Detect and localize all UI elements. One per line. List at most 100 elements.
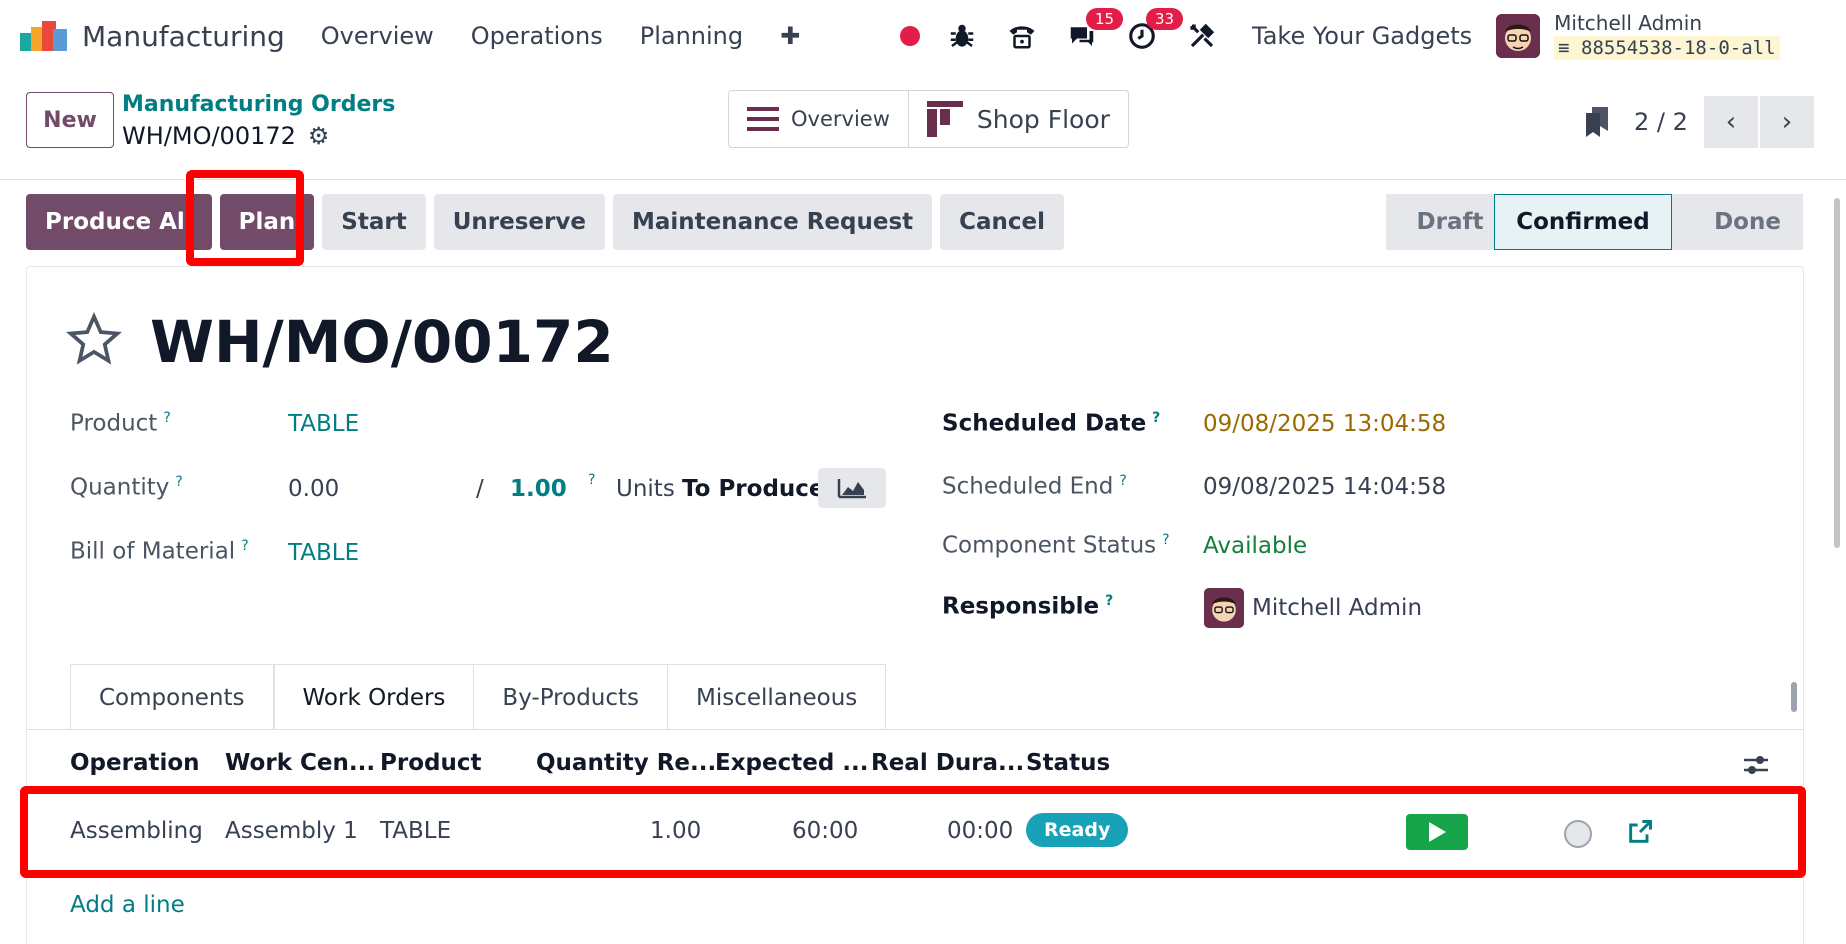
page-scrollbar[interactable]	[1832, 184, 1842, 554]
app-name: Manufacturing	[82, 19, 285, 53]
menu-planning[interactable]: Planning	[640, 22, 743, 50]
shop-floor-view-button[interactable]: Shop Floor	[907, 91, 1128, 147]
scheduled-end-label: Scheduled End?	[942, 473, 1127, 500]
help-icon[interactable]: ?	[1162, 532, 1169, 548]
user-avatar[interactable]	[1496, 14, 1541, 58]
top-navbar: Manufacturing Overview Operations Planni…	[0, 0, 1846, 72]
quantity-label-text: Quantity	[70, 474, 170, 501]
phone-icon[interactable]	[1006, 20, 1038, 52]
gear-icon[interactable]: ⚙	[308, 122, 330, 150]
quantity-produced-input[interactable]: 0.00	[288, 476, 339, 502]
scheduled-end-value[interactable]: 09/08/2025 14:04:58	[1203, 474, 1446, 500]
plus-icon[interactable]: ✚	[780, 22, 800, 50]
help-icon[interactable]: ?	[241, 538, 248, 554]
status-confirmed[interactable]: Confirmed	[1494, 194, 1672, 250]
column-product[interactable]: Product	[380, 750, 481, 776]
pager-value[interactable]: 2 / 2	[1634, 108, 1688, 136]
overview-view-button[interactable]: Overview	[729, 91, 908, 147]
help-icon[interactable]: ?	[1105, 593, 1113, 609]
column-expected-duration[interactable]: Expected ...	[715, 750, 869, 776]
responsible-avatar	[1204, 588, 1244, 628]
menu-overview[interactable]: Overview	[321, 22, 434, 50]
component-status-label-text: Component Status	[942, 532, 1157, 559]
help-icon[interactable]: ?	[1119, 473, 1126, 489]
tab-components[interactable]: Components	[70, 664, 274, 730]
scheduled-date-label-text: Scheduled Date	[942, 410, 1147, 437]
systray: 15 33 Take Your Gadgets Mitchell Admin ≡…	[900, 0, 1780, 72]
shop-floor-icon	[926, 101, 963, 137]
breadcrumb-current: WH/MO/00172 ⚙	[122, 122, 329, 150]
pager: 2 / 2 ‹ ›	[1586, 96, 1814, 148]
component-status-label: Component Status?	[942, 532, 1170, 559]
view-switcher: Overview Shop Floor	[728, 90, 1129, 148]
tabs-scrollbar[interactable]	[1789, 668, 1799, 724]
unreserve-button[interactable]: Unreserve	[433, 194, 605, 250]
produce-all-button[interactable]: Produce All	[26, 194, 212, 250]
status-draft[interactable]: Draft	[1386, 194, 1494, 250]
help-icon[interactable]: ?	[1152, 410, 1160, 426]
column-real-duration[interactable]: Real Dura...	[871, 750, 1024, 776]
bom-label: Bill of Material?	[70, 538, 249, 565]
quantity-label: Quantity?	[70, 474, 183, 501]
chevron-left-icon: ‹	[1725, 107, 1737, 137]
plan-highlight-box	[186, 170, 304, 266]
action-bar: Produce All Plan Start Unreserve Mainten…	[26, 194, 1072, 250]
area-chart-icon	[837, 479, 866, 499]
column-work-center[interactable]: Work Cen...	[225, 750, 375, 776]
activity-clock-icon[interactable]: 33	[1126, 8, 1184, 52]
help-icon[interactable]: ?	[588, 472, 595, 488]
database-label: 88554538-18-0-all	[1581, 37, 1776, 59]
product-value[interactable]: TABLE	[288, 411, 359, 437]
bom-value[interactable]: TABLE	[288, 540, 359, 566]
user-name: Mitchell Admin	[1554, 11, 1702, 35]
maintenance-request-button[interactable]: Maintenance Request	[612, 194, 933, 250]
app-brand[interactable]: Manufacturing	[20, 20, 321, 53]
pager-previous-button[interactable]: ‹	[1703, 96, 1758, 148]
bom-label-text: Bill of Material	[70, 538, 236, 565]
menu-operations[interactable]: Operations	[471, 22, 603, 50]
company-switcher[interactable]: Take Your Gadgets	[1252, 22, 1472, 50]
column-operation[interactable]: Operation	[70, 750, 200, 776]
responsible-value[interactable]: Mitchell Admin	[1252, 595, 1422, 621]
new-button[interactable]: New	[26, 92, 114, 148]
tab-work-orders[interactable]: Work Orders	[273, 664, 475, 730]
cancel-button[interactable]: Cancel	[940, 194, 1065, 250]
breadcrumb-parent[interactable]: Manufacturing Orders	[122, 92, 395, 117]
units-value[interactable]: Units	[616, 476, 675, 502]
column-status[interactable]: Status	[1026, 750, 1110, 776]
help-icon[interactable]: ?	[175, 474, 182, 490]
messages-icon[interactable]: 15	[1066, 8, 1124, 52]
to-produce-label: To Produce	[682, 476, 825, 502]
optional-columns-icon[interactable]	[1742, 752, 1770, 778]
bookmark-icon[interactable]	[1586, 107, 1608, 137]
tab-miscellaneous[interactable]: Miscellaneous	[668, 664, 887, 730]
pager-next-button[interactable]: ›	[1759, 96, 1814, 148]
forecast-chart-button[interactable]	[818, 468, 886, 508]
add-line-link[interactable]: Add a line	[70, 892, 185, 918]
record-title: WH/MO/00172	[150, 308, 614, 376]
overview-view-label: Overview	[791, 107, 890, 131]
product-label-text: Product	[70, 410, 158, 437]
help-icon[interactable]: ?	[163, 410, 170, 426]
scheduled-end-label-text: Scheduled End	[942, 473, 1114, 500]
control-panel: New Manufacturing Orders WH/MO/00172 ⚙ O…	[0, 72, 1846, 180]
tools-icon[interactable]	[1186, 20, 1218, 52]
breadcrumb-current-label: WH/MO/00172	[122, 122, 296, 150]
column-quantity[interactable]: Quantity Re...	[536, 750, 716, 776]
start-button[interactable]: Start	[322, 194, 426, 250]
row-highlight-box	[20, 786, 1806, 878]
messages-badge: 15	[1086, 8, 1124, 30]
manufacturing-logo-icon	[20, 21, 68, 51]
hamburger-icon	[747, 107, 779, 131]
database-name: ≡ 88554538-18-0-all	[1554, 36, 1780, 60]
record-icon[interactable]	[900, 26, 920, 46]
star-icon[interactable]	[66, 312, 122, 368]
bug-icon[interactable]	[946, 20, 978, 52]
activities-badge: 33	[1146, 8, 1184, 30]
scheduled-date-value[interactable]: 09/08/2025 13:04:58	[1203, 411, 1446, 437]
user-menu[interactable]: Mitchell Admin ≡ 88554538-18-0-all	[1554, 11, 1780, 60]
quantity-total-input[interactable]: 1.00	[510, 476, 567, 502]
tab-by-products[interactable]: By-Products	[474, 664, 669, 730]
status-done[interactable]: Done	[1672, 194, 1803, 250]
scheduled-date-label: Scheduled Date?	[942, 410, 1160, 437]
